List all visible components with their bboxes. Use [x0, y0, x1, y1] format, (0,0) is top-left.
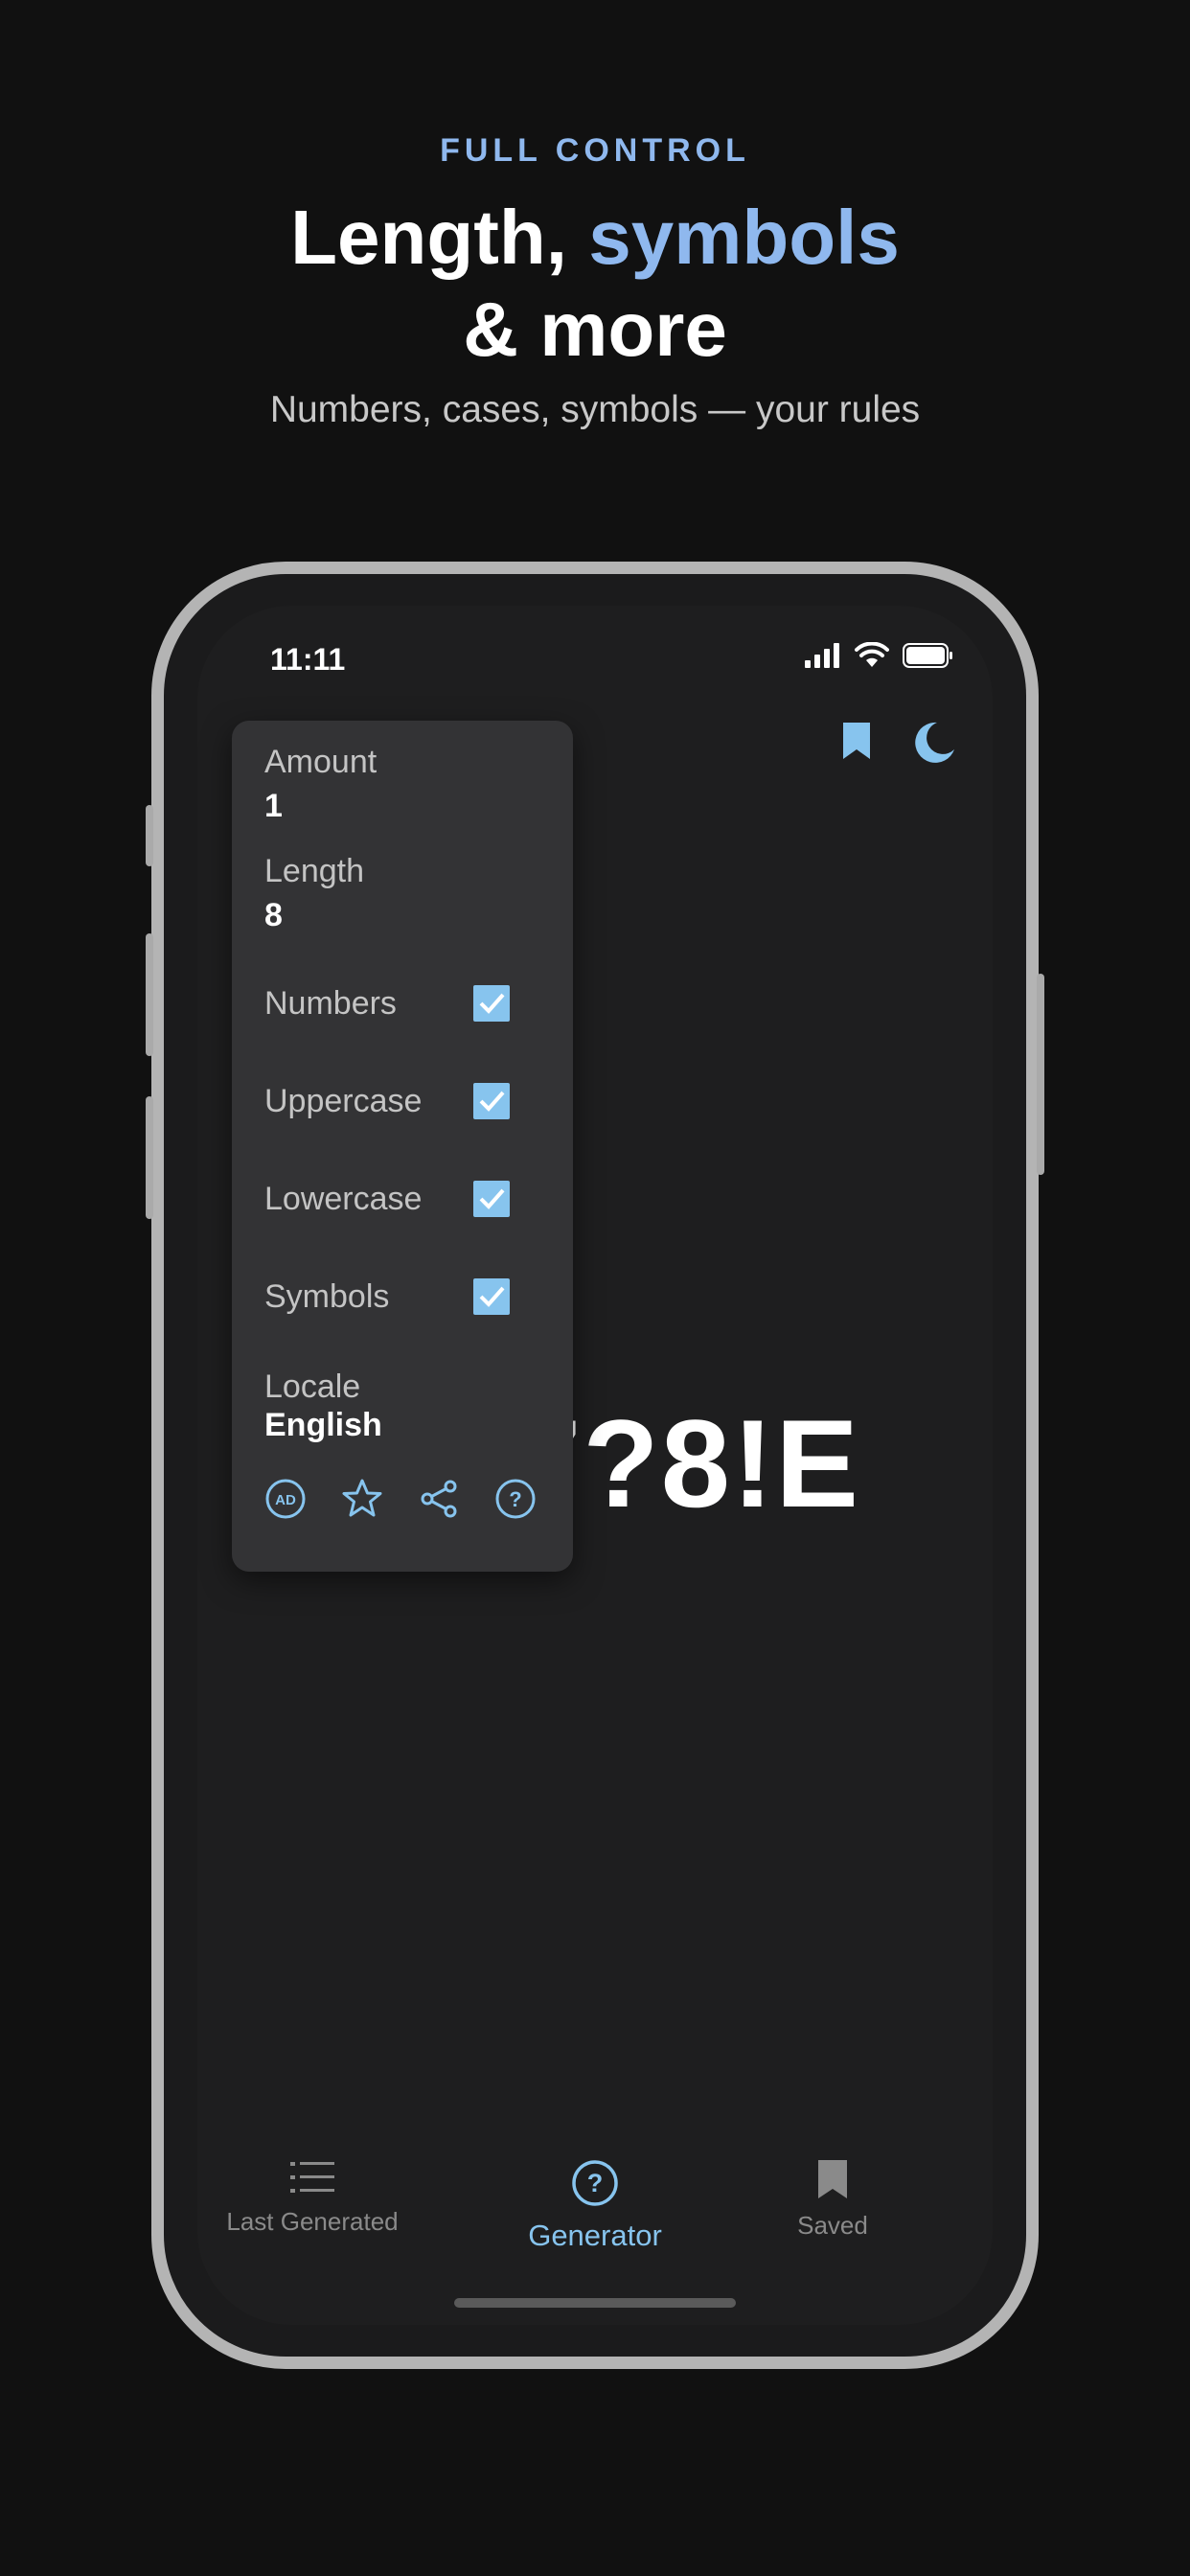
locale-label: Locale: [264, 1368, 361, 1405]
svg-text:?: ?: [509, 1487, 521, 1511]
question-circle-icon: ?: [572, 2160, 618, 2206]
phone-power-button: [1037, 974, 1044, 1175]
checkmark-icon: [479, 993, 505, 1014]
option-uppercase-label[interactable]: Uppercase: [264, 1083, 422, 1120]
moon-icon[interactable]: [912, 721, 956, 765]
locale-value[interactable]: English: [264, 1407, 382, 1444]
hero-title-part1: Length,: [290, 195, 589, 280]
option-lowercase-checkbox[interactable]: [473, 1181, 510, 1217]
hero-title: Length, symbols & more: [0, 192, 1190, 376]
amount-value[interactable]: 1: [264, 788, 283, 825]
option-numbers-label[interactable]: Numbers: [264, 985, 397, 1023]
option-symbols-checkbox[interactable]: [473, 1278, 510, 1315]
star-icon[interactable]: [341, 1478, 383, 1520]
checkmark-icon: [479, 1286, 505, 1307]
tab-last-generated[interactable]: Last Generated: [197, 2158, 427, 2237]
hero-title-line2: & more: [463, 287, 727, 372]
options-menu: Amount 1 Length 8 Numbers Uppercase Lowe…: [232, 721, 573, 1572]
battery-icon: [903, 643, 952, 668]
list-icon: [290, 2162, 334, 2193]
hero-eyebrow: FULL CONTROL: [440, 132, 750, 169]
tab-saved[interactable]: Saved: [718, 2158, 948, 2241]
phone-volume-up: [146, 933, 153, 1056]
svg-text:?: ?: [587, 2169, 604, 2197]
hero-subtitle: Numbers, cases, symbols — your rules: [269, 389, 921, 430]
length-value[interactable]: 8: [264, 897, 283, 934]
phone-volume-down: [146, 1096, 153, 1219]
home-indicator[interactable]: [454, 2298, 736, 2308]
checkmark-icon: [479, 1091, 505, 1112]
signal-icon: [805, 643, 839, 668]
bookmark-icon: [818, 2160, 847, 2198]
amount-label: Amount: [264, 744, 378, 780]
phone-screen: 11:11 7?8!E Amount 1 Length 8 Numbers Up…: [197, 606, 993, 2325]
option-lowercase-label[interactable]: Lowercase: [264, 1181, 422, 1218]
tab-generator-label: Generator: [528, 2219, 662, 2252]
status-icons: [805, 642, 954, 669]
option-numbers-checkbox[interactable]: [473, 985, 510, 1022]
phone-mute-switch: [146, 805, 153, 866]
option-uppercase-checkbox[interactable]: [473, 1083, 510, 1119]
menu-actions: AD ?: [264, 1478, 537, 1520]
bookmark-icon[interactable]: [841, 721, 872, 761]
share-icon[interactable]: [418, 1478, 460, 1520]
option-symbols-label[interactable]: Symbols: [264, 1278, 389, 1316]
tab-generator[interactable]: ? Generator: [480, 2158, 710, 2253]
remove-ads-icon-text: AD: [275, 1492, 296, 1508]
tab-saved-label: Saved: [797, 2211, 868, 2240]
hero-title-accent: symbols: [588, 195, 900, 280]
wifi-icon: [855, 642, 889, 667]
status-time: 11:11: [270, 642, 346, 677]
checkmark-icon: [479, 1188, 505, 1209]
remove-ads-icon[interactable]: AD: [264, 1478, 307, 1520]
length-label: Length: [264, 853, 364, 889]
tab-bar: Last Generated ? Generator Saved: [197, 2158, 993, 2273]
tab-last-generated-label: Last Generated: [226, 2207, 399, 2236]
help-icon[interactable]: ?: [494, 1478, 537, 1520]
